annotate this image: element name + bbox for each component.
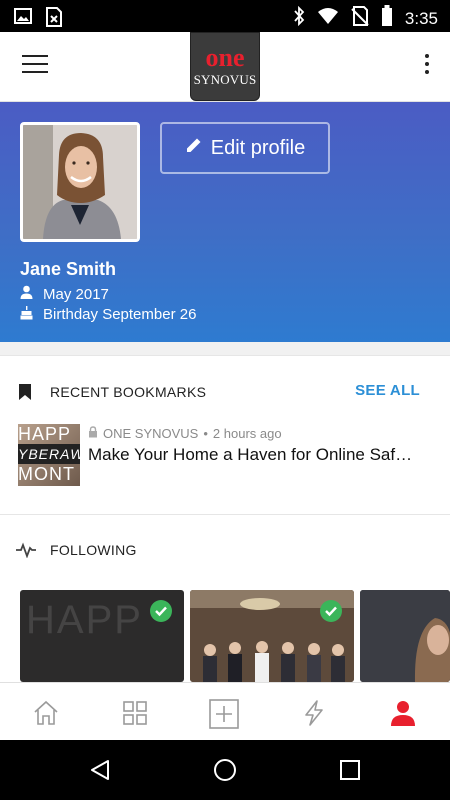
avatar[interactable]	[20, 122, 140, 242]
profile-birthday: Birthday September 26	[20, 305, 196, 324]
profile-icon[interactable]	[389, 699, 417, 727]
cake-icon	[20, 305, 33, 324]
bookmarks-header: RECENT BOOKMARKS SEE ALL	[0, 381, 450, 405]
activity-icon	[15, 542, 37, 563]
no-sim-icon	[351, 6, 369, 31]
see-all-link[interactable]: SEE ALL	[355, 382, 420, 399]
bookmark-separator: •	[203, 426, 208, 441]
battery-icon	[381, 5, 393, 32]
person-icon	[20, 285, 33, 303]
grid-icon[interactable]	[121, 699, 149, 727]
logo-bottom-text: SYNOVUS	[193, 72, 257, 87]
check-icon	[150, 600, 172, 622]
lock-icon	[88, 426, 98, 441]
bookmark-source: ONE SYNOVUS	[103, 426, 199, 441]
thumb-line-1: HAPP	[18, 424, 72, 444]
profile-joined-text: May 2017	[43, 285, 109, 303]
section-divider-line	[0, 514, 450, 515]
image-icon	[14, 7, 32, 32]
edit-profile-button[interactable]: Edit profile	[160, 122, 330, 174]
edit-profile-label: Edit profile	[210, 136, 306, 159]
back-icon[interactable]	[88, 758, 112, 782]
logo-top-text: one	[205, 43, 245, 72]
following-title: FOLLOWING	[50, 542, 137, 558]
recents-icon[interactable]	[338, 758, 362, 782]
profile-header: Edit profile Jane Smith May 2017 Birthda…	[0, 102, 450, 342]
bookmark-time: 2 hours ago	[212, 426, 282, 441]
status-time: 3:35	[404, 8, 438, 28]
bookmark-icon	[18, 383, 32, 406]
bookmark-thumbnail[interactable]: HAPP YBERAW MONT	[18, 424, 80, 486]
one-synovus-logo[interactable]: one SYNOVUS	[190, 32, 260, 101]
bookmarks-title: RECENT BOOKMARKS	[50, 384, 207, 400]
profile-joined: May 2017	[20, 285, 109, 303]
check-icon	[320, 600, 342, 622]
menu-icon[interactable]	[22, 55, 48, 77]
following-card[interactable]	[190, 590, 354, 682]
app-bar: one SYNOVUS	[0, 32, 450, 102]
pencil-icon	[185, 136, 203, 160]
profile-birthday-text: Birthday September 26	[43, 306, 197, 323]
home-icon[interactable]	[32, 699, 60, 727]
lightning-icon[interactable]	[300, 699, 328, 727]
thumb-line-3: MONT	[18, 464, 75, 484]
add-box-icon[interactable]	[209, 699, 239, 729]
following-card[interactable]: HAPP	[20, 590, 184, 682]
wifi-icon	[317, 7, 339, 30]
status-bar: 3:35	[0, 0, 450, 32]
file-x-icon	[46, 7, 62, 32]
following-header: FOLLOWING	[0, 539, 450, 563]
bottom-nav	[0, 682, 450, 740]
card-text: HAPP	[26, 598, 143, 642]
profile-name: Jane Smith	[20, 259, 117, 279]
home-circle-icon[interactable]	[213, 758, 237, 782]
more-vert-icon[interactable]	[424, 54, 430, 78]
bluetooth-icon	[293, 5, 305, 31]
section-divider	[0, 342, 450, 356]
system-nav-bar	[0, 740, 450, 800]
bookmark-title[interactable]: Make Your Home a Haven for Online Saf…	[88, 445, 418, 465]
bookmark-meta: ONE SYNOVUS • 2 hours ago	[88, 426, 282, 441]
following-card[interactable]	[360, 590, 450, 682]
thumb-line-2: YBERAW	[18, 444, 80, 464]
